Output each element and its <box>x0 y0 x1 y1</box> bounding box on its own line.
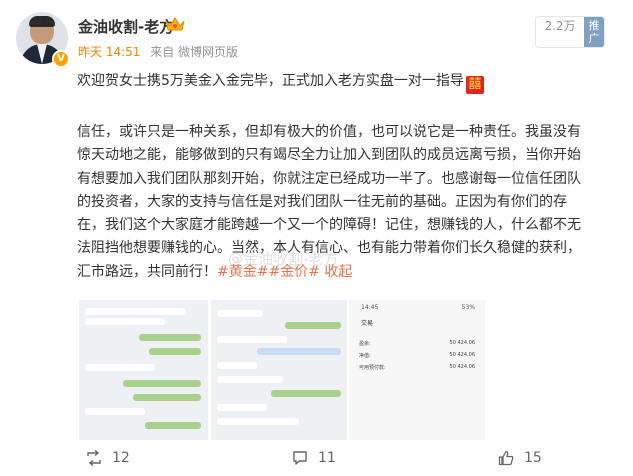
like-button[interactable]: 15 <box>498 450 542 466</box>
collapse-link[interactable]: 收起 <box>324 264 352 280</box>
promote-button[interactable]: 推广 <box>584 17 604 47</box>
username[interactable]: 金油收割-老方 <box>78 16 174 37</box>
read-count-badge[interactable]: 2.2万 推广 <box>535 16 605 48</box>
read-count: 2.2万 <box>544 19 576 33</box>
comment-button[interactable]: 11 <box>292 450 336 466</box>
post-meta: 昨天 14:51 来自 微博网页版 <box>78 43 238 60</box>
thumbs-up-icon <box>498 450 514 466</box>
body-line: 在，我们这个大家庭才能跨越一个又一个的障碍！记住，想赚钱的人，什么都不无 <box>77 217 581 234</box>
verified-icon: V <box>52 50 70 68</box>
trade-status-battery: 53% <box>461 304 475 311</box>
post-time[interactable]: 昨天 14:51 <box>78 45 140 59</box>
double-happiness-emoji-icon: 囍 <box>465 76 484 94</box>
body-line: 有想要加入我们团队那刻开始，你就注定已经成功一半了。也感谢每一位信任团队 <box>77 170 581 187</box>
body-last-line: 汇市路远，共同前行！#黄金##金价# 收起 <box>77 261 617 284</box>
body-line: 法阻挡他想要赚钱的心。当然，本人有信心、也有能力带着你们长久稳健的获利， <box>77 240 581 257</box>
repost-icon <box>87 450 101 466</box>
trade-title: 交易 <box>361 320 374 327</box>
repost-button[interactable]: 12 <box>86 450 130 466</box>
trade-status-time: 14:45 <box>361 304 379 311</box>
collapse-label: 收起 <box>324 263 353 280</box>
like-count: 15 <box>524 450 542 466</box>
chat-screenshot-image-2[interactable] <box>211 300 347 440</box>
hashtag-gold[interactable]: #黄金# <box>217 264 268 280</box>
headline-text: 欢迎贺女士携5万美金入金完毕，正式加入老方实盘一对一指导 <box>77 73 464 89</box>
crown-badge-icon[interactable] <box>164 15 186 33</box>
comment-icon <box>293 451 307 465</box>
trade-row: 净值: 50 424.06 <box>359 352 475 359</box>
body-line: 汇市路远，共同前行！ <box>77 263 217 280</box>
chat-screenshot-image-1[interactable] <box>79 300 208 440</box>
post-headline: 欢迎贺女士携5万美金入金完毕，正式加入老方实盘一对一指导囍 <box>77 70 484 94</box>
hashtag-gold-price[interactable]: #金价# <box>268 264 319 280</box>
avatar-hair <box>29 16 55 27</box>
post-source: 来自 微博网页版 <box>150 45 239 59</box>
trading-account-screenshot-image[interactable]: 14:45 53% 交易 盈余: 50 424.06 净值: 50 424.06 可… <box>349 300 485 440</box>
body-line: 惊天动地之能，能够做到的只有竭尽全力让加入到团队的成员远离亏损，当你开始 <box>77 147 581 164</box>
post-body: 信任，或许只是一种关系，但却有极大的价值，也可以说它是一种责任。我虽没有 惊天动… <box>77 121 617 284</box>
trade-row: 盈余: 50 424.06 <box>359 340 475 347</box>
repost-count: 12 <box>112 450 130 466</box>
comment-count: 11 <box>318 450 336 466</box>
body-line: 的投资者，大家的支持与信任是对我们团队一往无前的基础。正因为有你们的存 <box>77 193 567 210</box>
body-line: 信任，或许只是一种关系，但却有极大的价值，也可以说它是一种责任。我虽没有 <box>77 124 581 140</box>
trade-row: 可用预付款: 50 424.06 <box>359 364 475 371</box>
